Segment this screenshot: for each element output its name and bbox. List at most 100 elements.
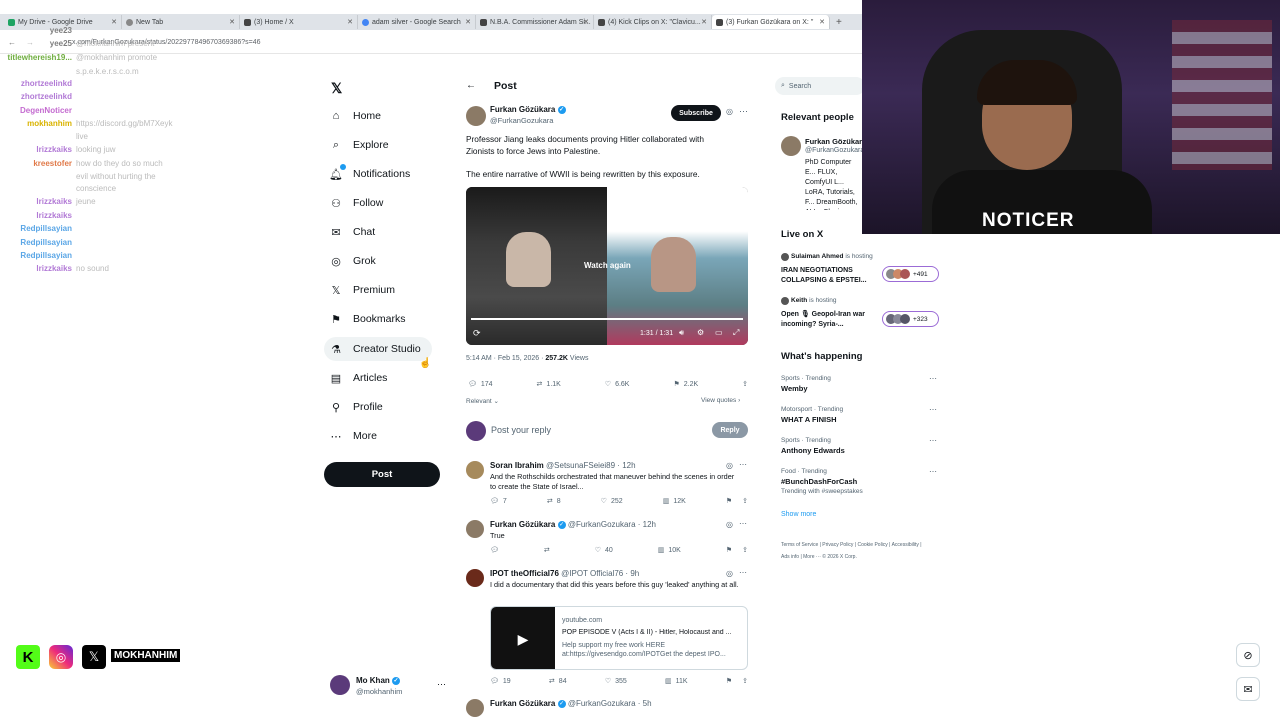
browser-tab-active[interactable]: (3) Furkan Gözükara on X: " ✕	[712, 15, 830, 29]
nav-item-chat[interactable]: ✉ Chat	[330, 221, 375, 243]
author-name[interactable]: Furkan Gözükara ✓	[490, 105, 566, 114]
share-icon[interactable]: ⇪	[742, 677, 748, 685]
reply-action[interactable]: 💬︎ 19	[490, 677, 511, 686]
x-logo-icon[interactable]: 𝕏	[331, 80, 342, 97]
chat-username[interactable]: Redpillsayian	[6, 223, 72, 234]
close-tab-icon[interactable]: ✕	[229, 18, 235, 26]
more-icon[interactable]: ⋯	[739, 106, 748, 117]
back-arrow-icon[interactable]: ←	[466, 80, 476, 91]
reply-action[interactable]: 💬︎ 174	[468, 380, 493, 389]
subscribe-button[interactable]: Subscribe	[671, 105, 721, 121]
volume-icon[interactable]: 🔊︎	[679, 328, 684, 338]
close-tab-icon[interactable]: ✕	[347, 18, 353, 26]
repost-action[interactable]: ⇄	[544, 546, 550, 554]
like-action[interactable]: ♡ 6.6K	[605, 380, 630, 389]
relevant-filter[interactable]: Relevant ⌄	[466, 397, 499, 405]
close-tab-icon[interactable]: ✕	[465, 18, 471, 26]
close-tab-icon[interactable]: ✕	[819, 18, 825, 26]
reply-avatar[interactable]	[466, 520, 484, 538]
reply-avatar[interactable]	[466, 699, 484, 717]
nav-item-explore[interactable]: ⌕ Explore	[330, 134, 389, 156]
like-action[interactable]: ♡ 252	[601, 497, 623, 506]
relevant-person-name[interactable]: Furkan Gözükara	[805, 137, 866, 146]
share-action[interactable]: ⇪	[742, 380, 748, 388]
relevant-person-avatar[interactable]	[781, 136, 801, 156]
replay-icon[interactable]: ⟳	[473, 328, 481, 339]
nav-item-articles[interactable]: ▤ Articles	[330, 367, 388, 389]
browser-tab[interactable]: adam silver - Google Search ✕	[358, 15, 476, 29]
nav-item-more[interactable]: ⋯ More	[330, 425, 377, 447]
video-player[interactable]: Watch again ⟳ 1:31 / 1:31 🔊︎ ⚙ ▭ ⤢	[466, 187, 748, 345]
chat-username[interactable]: lrizzkaiks	[6, 144, 72, 155]
show-more-link[interactable]: Show more	[781, 511, 816, 518]
grok-icon[interactable]: ◎	[726, 107, 733, 116]
close-tab-icon[interactable]: ✕	[701, 18, 707, 26]
more-icon[interactable]: ⋯	[739, 568, 747, 577]
bookmark-action[interactable]: ⚑ ⇪	[726, 497, 748, 505]
reply-action[interactable]: 💬︎ 7	[490, 497, 507, 506]
pip-icon[interactable]: ▭	[715, 328, 723, 337]
chat-username[interactable]: lrizzkaiks	[6, 263, 72, 274]
repost-action[interactable]: ⇄ 1.1K	[537, 380, 561, 389]
account-avatar[interactable]	[330, 675, 350, 695]
chat-username[interactable]: zhortzeelinkd	[6, 91, 72, 102]
more-icon[interactable]: ⋯	[929, 436, 937, 445]
browser-tab[interactable]: (4) Kick Clips on X: "Clavicu... ✕	[594, 15, 712, 29]
chat-username[interactable]: yee23	[6, 25, 72, 36]
bookmark-action[interactable]: ⚑ 2.2K	[673, 380, 698, 389]
reply-avatar[interactable]	[466, 461, 484, 479]
more-icon[interactable]: ⋯	[929, 374, 937, 383]
grok-icon[interactable]: ◎	[726, 569, 733, 578]
nav-item-follow[interactable]: ⚇ Follow	[330, 192, 383, 214]
grok-float-button[interactable]: ⊘	[1236, 643, 1260, 667]
new-tab-icon[interactable]: +	[836, 17, 842, 28]
chat-username[interactable]: yee25	[6, 38, 72, 49]
reply-input[interactable]: Post your reply	[491, 425, 551, 435]
search-bar[interactable]: ⌕ Search	[775, 77, 865, 95]
repost-action[interactable]: ⇄ 84	[549, 677, 567, 686]
post-button[interactable]: Post	[324, 462, 440, 487]
more-icon[interactable]: ⋯	[929, 467, 937, 476]
chat-username[interactable]: Redpillsayian	[6, 237, 72, 248]
reply-action[interactable]: 💬︎	[490, 546, 499, 554]
nav-item-notifications[interactable]: 🔔︎ Notifications	[329, 163, 410, 185]
more-icon[interactable]: ⋯	[739, 519, 747, 528]
video-progress-bar[interactable]	[471, 318, 743, 320]
views-action[interactable]: ▥ 11K	[665, 677, 688, 686]
nav-item-premium[interactable]: 𝕏 Premium	[330, 279, 395, 301]
chat-username[interactable]: Redpillsayian	[6, 250, 72, 261]
nav-item-grok[interactable]: ◎ Grok	[330, 250, 376, 272]
author-avatar[interactable]	[466, 106, 486, 126]
view-quotes-link[interactable]: View quotes ›	[701, 397, 740, 404]
grok-icon[interactable]: ◎	[726, 461, 733, 470]
close-tab-icon[interactable]: ✕	[583, 18, 589, 26]
nav-item-creator-studio[interactable]: ⚗ Creator Studio	[330, 338, 421, 360]
like-action[interactable]: ♡ 355	[605, 677, 627, 686]
chat-username[interactable]: titlewhereish19...	[6, 52, 72, 63]
messages-float-button[interactable]: ✉	[1236, 677, 1260, 701]
share-icon[interactable]: ⇪	[742, 546, 748, 554]
reply-avatar[interactable]	[466, 569, 484, 587]
more-icon[interactable]: ⋯	[739, 460, 747, 469]
account-name[interactable]: Mo Khan ✓	[356, 676, 401, 685]
repost-action[interactable]: ⇄ 8	[547, 497, 561, 506]
close-tab-icon[interactable]: ✕	[111, 18, 117, 26]
reply-button[interactable]: Reply	[712, 422, 748, 438]
browser-tab[interactable]: (3) Home / X ✕	[240, 15, 358, 29]
nav-item-bookmarks[interactable]: ⚑ Bookmarks	[330, 308, 405, 330]
account-more-icon[interactable]: ⋯	[437, 679, 446, 690]
watch-again-label[interactable]: Watch again	[584, 261, 631, 270]
author-handle[interactable]: @FurkanGozukara	[490, 116, 553, 125]
settings-icon[interactable]: ⚙	[697, 328, 704, 337]
chat-username[interactable]: kreestofer	[6, 158, 72, 169]
bookmark-action[interactable]: ⚑ ⇪	[726, 677, 748, 685]
chat-username[interactable]: DegenNoticer	[6, 105, 72, 116]
chat-username[interactable]: zhortzeelinkd	[6, 78, 72, 89]
chat-username[interactable]: lrizzkaiks	[6, 196, 72, 207]
chat-username[interactable]: lrizzkaiks	[6, 210, 72, 221]
bookmark-action[interactable]: ⚑ ⇪	[726, 546, 748, 554]
fullscreen-icon[interactable]: ⤢	[733, 328, 739, 338]
share-icon[interactable]: ⇪	[742, 497, 748, 505]
browser-tab[interactable]: N.B.A. Commissioner Adam Si... ✕	[476, 15, 594, 29]
chat-username[interactable]: mokhanhim	[6, 118, 72, 129]
